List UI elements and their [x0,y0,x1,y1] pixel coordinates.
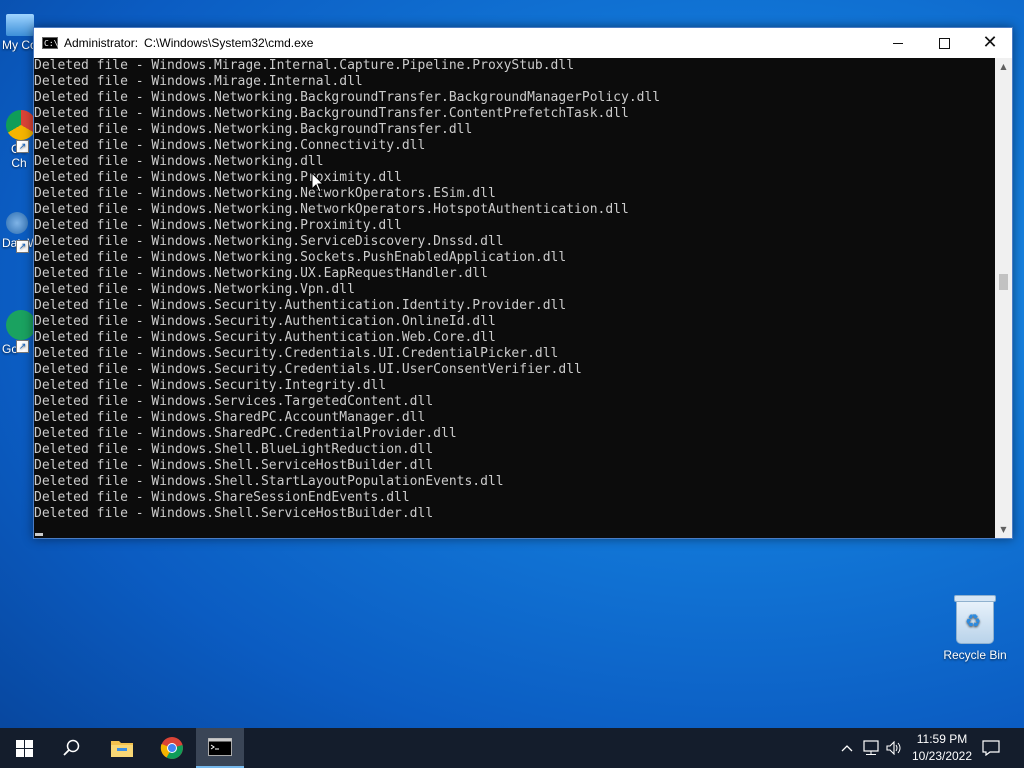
notification-icon [982,740,1000,756]
taskbar-clock[interactable]: 11:59 PM 10/23/2022 [902,731,982,765]
console-line: Deleted file - Windows.SharedPC.Credenti… [34,426,457,441]
chrome-button[interactable] [148,728,196,768]
maximize-button[interactable] [921,28,967,58]
console-line: Deleted file - Windows.Services.Targeted… [34,394,434,409]
mouse-pointer-icon [311,172,325,193]
shortcut-arrow-icon: ↗ [16,340,29,353]
desktop-icon-datawarrior[interactable]: ↗ DataW [0,212,36,253]
console-line: Deleted file - Windows.Mirage.Internal.C… [34,58,575,73]
network-icon [863,740,879,755]
console-line: Deleted file - Windows.Networking.Backgr… [34,90,661,105]
console-line: Deleted file - Windows.Security.Authenti… [34,330,496,345]
maximize-icon [938,37,950,49]
start-button[interactable] [0,728,48,768]
chrome-icon [160,737,183,759]
window-title-prefix: Administrator: [64,36,139,50]
network-tray-button[interactable] [860,728,882,768]
minimize-icon [893,42,903,44]
vertical-scrollbar[interactable]: ▲ ▼ [995,58,1012,538]
cmd-window[interactable]: C:\ Administrator: C:\Windows\System32\cm… [33,27,1013,539]
console-line: Deleted file - Windows.Networking.Proxim… [34,218,402,233]
datawarrior-icon [6,212,28,234]
cmd-icon [208,738,232,756]
console-line: Deleted file - Windows.ShareSessionEndEv… [34,490,410,505]
console-line: Deleted file - Windows.Networking.dll [34,154,324,169]
console-line: Deleted file - Windows.Networking.Networ… [34,186,496,201]
speaker-icon [886,741,901,755]
console-line: Deleted file - Windows.Networking.Backgr… [34,122,473,137]
console-line: Deleted file - Windows.Shell.StartLayout… [34,474,504,489]
console-line: Deleted file - Windows.Networking.UX.Eap… [34,266,488,281]
console-line: Deleted file - Windows.Networking.Proxim… [34,170,402,185]
google-icon [6,310,36,340]
search-button[interactable] [48,728,96,768]
recycle-bin-icon: ♻ [954,595,996,644]
window-titlebar[interactable]: C:\ Administrator: C:\Windows\System32\cm… [34,28,1012,58]
shortcut-arrow-icon: ↗ [16,240,29,253]
close-button[interactable]: ✕ [967,28,1013,58]
text-cursor [35,533,43,536]
minimize-button[interactable] [875,28,921,58]
file-explorer-button[interactable] [98,728,146,768]
console-line: Deleted file - Windows.Security.Authenti… [34,314,496,329]
console-line: Deleted file - Windows.Networking.Backgr… [34,106,629,121]
clock-time: 11:59 PM [916,732,968,746]
scrollbar-thumb[interactable] [999,274,1008,290]
desktop-icon-my-computer[interactable]: My Co [0,8,36,52]
clock-date: 10/23/2022 [911,749,973,763]
chevron-up-icon [841,745,853,752]
console-line: Deleted file - Windows.Security.Integrit… [34,378,387,393]
window-title-path: C:\Windows\System32\cmd.exe [144,36,314,50]
desktop-icon-google[interactable]: ↗ Go [0,310,36,356]
search-icon [63,739,80,756]
taskbar: 11:59 PM 10/23/2022 [0,728,1024,768]
console-line: Deleted file - Windows.Mirage.Internal.d… [34,74,363,89]
console-line: Deleted file - Windows.Networking.Socket… [34,250,567,265]
console-line: Deleted file - Windows.Networking.Connec… [34,138,426,153]
console-output[interactable]: Deleted file - Windows.Mirage.Internal.C… [34,58,995,538]
computer-icon [6,14,34,36]
file-explorer-icon [111,741,133,757]
desktop-icon-recycle-bin[interactable]: ♻ Recycle Bin [940,595,1010,662]
cmd-app-icon[interactable]: C:\ [42,37,58,49]
console-line: Deleted file - Windows.Security.Authenti… [34,298,567,313]
volume-tray-button[interactable] [884,728,904,768]
console-line: Deleted file - Windows.Networking.Servic… [34,234,504,249]
console-line: Deleted file - Windows.Shell.ServiceHost… [34,506,434,521]
console-line: Deleted file - Windows.Security.Credenti… [34,346,559,361]
close-icon: ✕ [982,32,998,53]
action-center-button[interactable] [980,728,1002,768]
chrome-icon [6,110,36,140]
desktop-icon-label: Recycle Bin [943,648,1007,662]
console-line: Deleted file - Windows.Shell.ServiceHost… [34,458,434,473]
show-hidden-icons-button[interactable] [838,728,856,768]
windows-start-icon [15,739,33,757]
shortcut-arrow-icon: ↗ [16,140,29,153]
console-line: Deleted file - Windows.Networking.Networ… [34,202,629,217]
console-line: Deleted file - Windows.Shell.BlueLightRe… [34,442,434,457]
console-line: Deleted file - Windows.Networking.Vpn.dl… [34,282,355,297]
desktop-icon-google-chrome[interactable]: ↗ Go Ch [0,110,36,170]
desktop-icon-label: My Co [2,38,36,52]
window-title: Administrator: C:\Windows\System32\cmd.ex… [64,36,313,50]
cmd-taskbar-button[interactable] [196,728,244,768]
console-line: Deleted file - Windows.Security.Credenti… [34,362,582,377]
scroll-down-arrow-icon[interactable]: ▼ [995,521,1012,538]
console-line: Deleted file - Windows.SharedPC.AccountM… [34,410,426,425]
scroll-up-arrow-icon[interactable]: ▲ [995,58,1012,75]
